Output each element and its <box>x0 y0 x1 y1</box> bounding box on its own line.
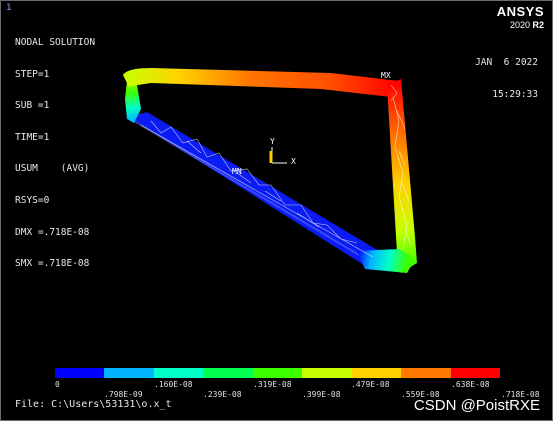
diagonal-highlight <box>131 119 372 263</box>
legend-label-top: .319E-08 <box>253 380 292 389</box>
mesh-lines <box>140 84 412 258</box>
watermark: CSDN @PoistRXE <box>413 397 540 414</box>
legend-label-bottom: .239E-08 <box>203 390 242 399</box>
top-member <box>123 68 399 97</box>
contour-legend-bar <box>55 368 500 378</box>
legend-band <box>302 368 352 378</box>
legend-label-top: .479E-08 <box>351 380 390 389</box>
legend-label-top: .638E-08 <box>451 380 490 389</box>
triad-y-label: Y <box>270 137 275 146</box>
max-marker: MX <box>381 71 391 80</box>
min-marker: MN <box>232 167 242 176</box>
coordinate-triad-icon <box>269 147 287 164</box>
graphics-window[interactable]: 1 NODAL SOLUTION STEP=1 SUB =1 TIME=1 US… <box>0 0 553 421</box>
triad-x-label: X <box>291 157 296 166</box>
legend-label-top: 0 <box>55 380 60 389</box>
legend-label-bottom: .399E-08 <box>302 390 341 399</box>
legend-band <box>450 368 500 378</box>
file-path-label: File: C:\Users\53131\o.x_t <box>15 399 172 410</box>
legend-label-bottom: .798E-09 <box>104 390 143 399</box>
legend-band <box>55 368 105 378</box>
legend-band <box>104 368 154 378</box>
legend-band <box>153 368 204 378</box>
legend-band <box>351 368 402 378</box>
legend-label-top: .160E-08 <box>154 380 193 389</box>
legend-band <box>401 368 451 378</box>
contour-plot[interactable] <box>1 1 553 421</box>
legend-band <box>203 368 253 378</box>
right-member <box>387 79 417 273</box>
legend-band <box>252 368 303 378</box>
